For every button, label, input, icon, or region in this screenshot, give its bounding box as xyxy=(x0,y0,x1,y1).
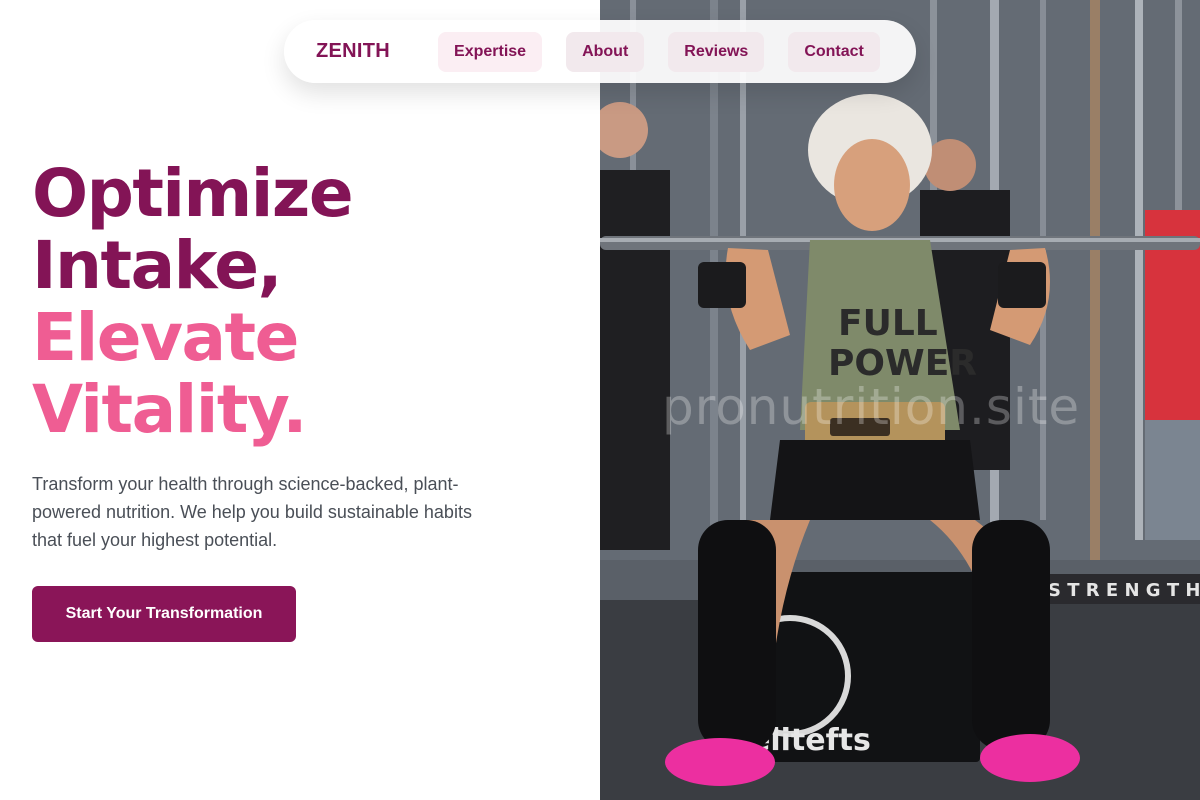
nav-link-contact[interactable]: Contact xyxy=(788,31,880,72)
top-nav: ZENITH Expertise About Reviews Contact xyxy=(284,20,916,83)
nav-link-reviews[interactable]: Reviews xyxy=(668,31,765,72)
headline-line-1: Optimize xyxy=(32,155,354,232)
hero-image: S T R E N G T H elitefts FULL POWER pron… xyxy=(600,0,1200,800)
shirt-text-1: FULL xyxy=(838,303,938,344)
start-transformation-button[interactable]: Start Your Transformation xyxy=(32,586,296,642)
watermark-text: pronutrition.site xyxy=(662,378,1081,436)
headline-line-2: Intake, xyxy=(32,227,283,304)
hero-left-panel: Optimize Intake, Elevate Vitality. Trans… xyxy=(0,0,600,800)
headline-line-3: Elevate xyxy=(32,299,299,376)
nav-link-about[interactable]: About xyxy=(566,31,645,72)
headline-line-4: Vitality. xyxy=(32,371,307,448)
hero-headline: Optimize Intake, Elevate Vitality. xyxy=(32,155,354,448)
brand-logo[interactable]: ZENITH xyxy=(316,40,390,63)
nav-link-expertise[interactable]: Expertise xyxy=(438,31,543,72)
banner-text: S T R E N G T H xyxy=(1048,580,1200,601)
hero-subtitle: Transform your health through science-ba… xyxy=(32,474,472,550)
